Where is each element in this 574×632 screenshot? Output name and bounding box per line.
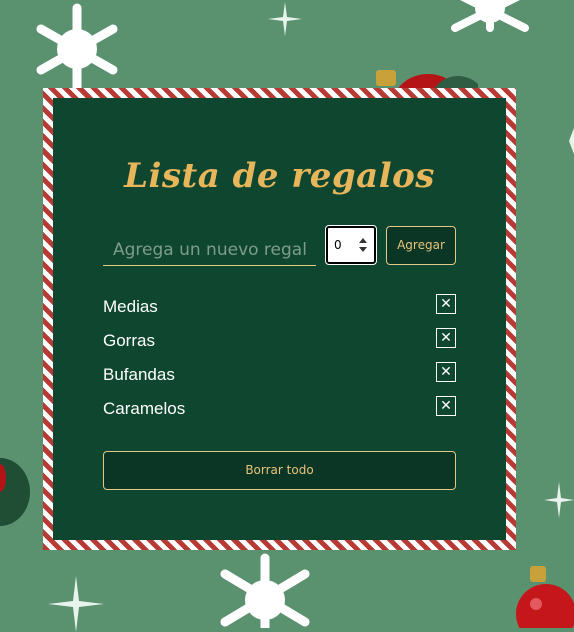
list-item: Medias ✕ bbox=[103, 294, 456, 328]
quantity-stepper[interactable]: 0 bbox=[325, 225, 377, 265]
delete-icon[interactable]: ✕ bbox=[436, 362, 456, 382]
page-title: Lista de regalos bbox=[124, 156, 435, 196]
gift-name: Caramelos bbox=[103, 399, 186, 418]
snowflake-icon bbox=[36, 3, 118, 96]
add-button[interactable]: Agregar bbox=[386, 226, 456, 265]
gift-list: Medias ✕ Gorras ✕ Bufandas ✕ Caramelos ✕ bbox=[103, 294, 456, 430]
list-item: Caramelos ✕ bbox=[103, 396, 456, 430]
gift-name: Bufandas bbox=[103, 365, 175, 384]
list-item: Gorras ✕ bbox=[103, 328, 456, 362]
gift-name: Gorras bbox=[103, 331, 155, 350]
sparkle-icon bbox=[268, 2, 302, 36]
gift-name-input[interactable] bbox=[103, 235, 316, 266]
clear-all-button[interactable]: Borrar todo bbox=[103, 451, 456, 490]
snowflake-icon bbox=[451, 0, 529, 32]
delete-icon[interactable]: ✕ bbox=[436, 328, 456, 348]
quantity-value: 0 bbox=[334, 238, 342, 252]
sparkle-icon bbox=[48, 576, 104, 632]
spinner-down-icon[interactable] bbox=[358, 245, 368, 253]
gift-name: Medias bbox=[103, 297, 158, 316]
spinner-up-icon[interactable] bbox=[358, 237, 368, 245]
snowflake-icon bbox=[220, 553, 310, 628]
sparkle-icon bbox=[544, 482, 574, 518]
ornament-ball-icon bbox=[516, 566, 574, 628]
ornament-ball-icon bbox=[0, 458, 30, 526]
sparkle-icon bbox=[569, 128, 574, 154]
spinner-buttons[interactable] bbox=[358, 237, 368, 253]
list-item: Bufandas ✕ bbox=[103, 362, 456, 396]
delete-icon[interactable]: ✕ bbox=[436, 294, 456, 314]
gift-list-card: Lista de regalos 0 Agregar Medias ✕ Gorr… bbox=[53, 98, 506, 540]
delete-icon[interactable]: ✕ bbox=[436, 396, 456, 416]
candy-cane-border: Lista de regalos 0 Agregar Medias ✕ Gorr… bbox=[43, 88, 516, 550]
